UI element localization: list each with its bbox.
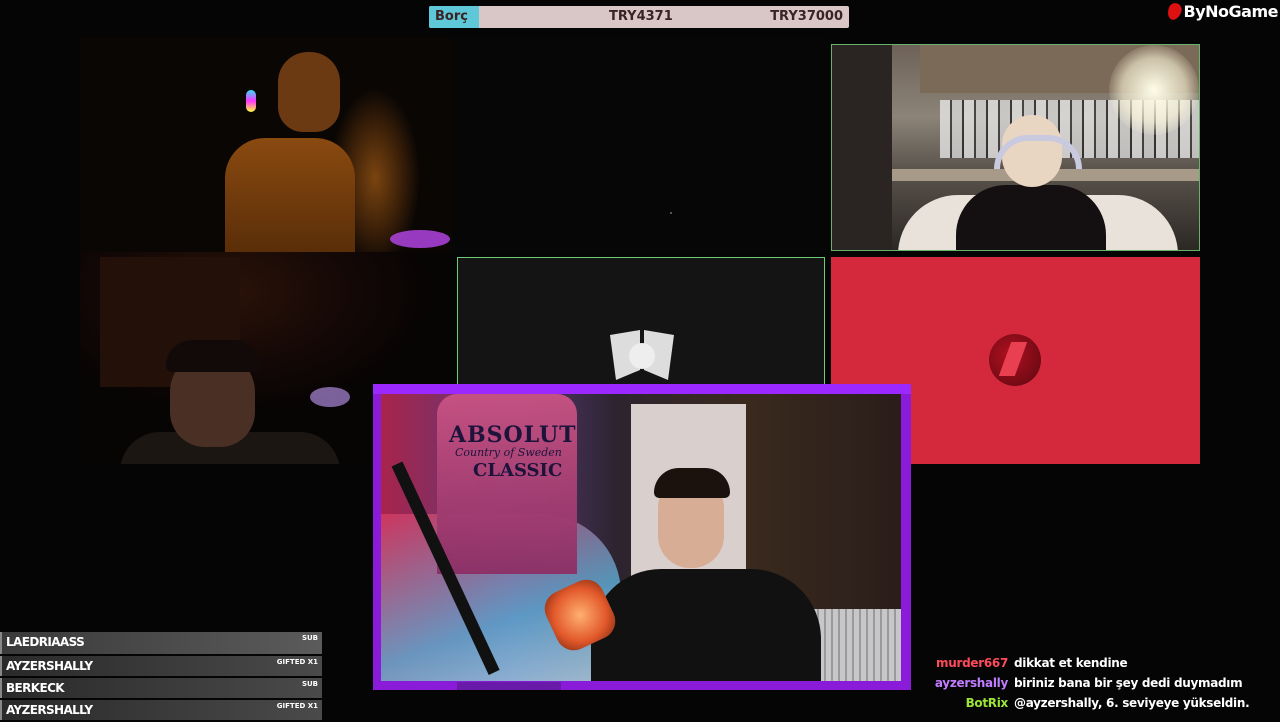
brand-logo-text: ByNoGame [1183,2,1279,21]
poster-text-variant: CLASSIC [473,460,563,481]
goal-label: Borç [435,9,468,24]
doorway [832,45,892,250]
alert-username: AYZERSHALLY [6,659,93,673]
camera-tile-kitchen [831,44,1200,251]
chat-overlay: murder667 dikkat et kendine ayzershally … [920,656,1280,716]
alert-type: SUB [301,680,318,688]
chat-message: BotRix @ayzershally, 6. seviyeye yükseld… [920,696,1280,716]
avatar-face-icon [629,343,655,369]
wall-poster-bottle: ABSOLUT Country of Sweden CLASSIC [437,394,577,574]
camera-tile-dark [452,38,828,252]
alert-username: BERKECK [6,681,65,695]
desk-light [310,387,350,407]
person-head [278,52,340,132]
bynogame-logo-icon [1165,1,1184,22]
red-emblem-icon [989,334,1041,386]
alert-item: LAEDRIAASS SUB [0,632,322,654]
poster-text-origin: Country of Sweden [455,446,562,459]
chat-username: ayzershally [934,676,1008,690]
chat-text: dikkat et kendine [1014,656,1128,670]
goal-current-value: TRY4371 [609,9,673,24]
alert-item: AYZERSHALLY GIFTED X1 [0,700,322,720]
streamer-hair [654,468,730,498]
chat-message: ayzershally biriniz bana bir şey dedi du… [920,676,1280,696]
alert-type: SUB [301,634,318,642]
dim-light [670,212,672,214]
alert-type: GIFTED X1 [276,702,318,710]
main-camera-feed: ABSOLUT Country of Sweden CLASSIC [381,394,901,681]
alert-type: GIFTED X1 [276,658,318,666]
alert-item: BERKECK SUB [0,678,322,698]
avatar-tile-winged [457,257,825,387]
chat-text: biriniz bana bir şey dedi duymadım [1014,676,1243,690]
person-hair [166,340,260,372]
chat-text: @ayzershally, 6. seviyeye yükseldin. [1014,696,1250,710]
donation-goal-bar: Borç TRY4371 TRY37000 [429,6,849,28]
chat-username: BotRix [965,696,1009,710]
alert-item: AYZERSHALLY GIFTED X1 [0,656,322,676]
goal-target-value: TRY37000 [770,9,843,24]
ceiling-light [1109,45,1199,135]
alert-username: AYZERSHALLY [6,703,93,717]
camera-tile-orange-hoodie [80,38,452,252]
keyboard-light [390,230,450,248]
chat-message: murder667 dikkat et kendine [920,656,1280,676]
main-streamer-camera: ABSOLUT Country of Sweden CLASSIC [373,384,911,690]
person-body [225,138,355,252]
poster-text-brand: ABSOLUT [449,422,577,448]
rgb-light [246,90,256,112]
person-body [956,185,1106,250]
brand-logo: ByNoGame [1165,1,1279,22]
camera-frame-bottom-tab [457,682,561,690]
alert-username: LAEDRIAASS [6,635,85,649]
camera-frame-top [373,384,911,394]
streamer-body [591,569,821,681]
event-alert-list: LAEDRIAASS SUB AYZERSHALLY GIFTED X1 BER… [0,632,322,722]
chat-username: murder667 [936,656,1008,670]
